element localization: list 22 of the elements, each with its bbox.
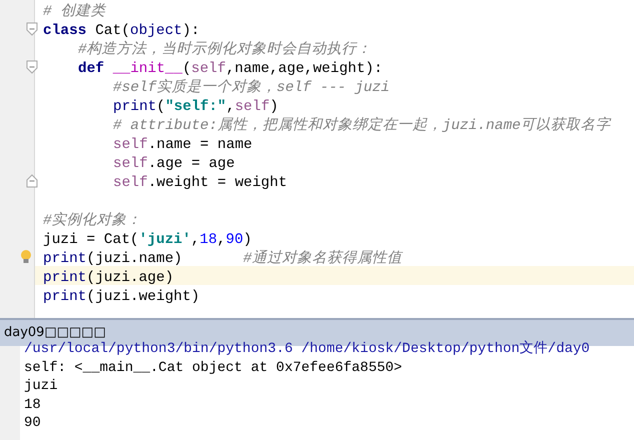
code-line: # 创建类 xyxy=(43,3,106,22)
code-line: print(juzi.age) xyxy=(43,269,174,288)
code-line: self.name = name xyxy=(113,136,252,155)
fold-marker-icon[interactable] xyxy=(26,60,38,74)
console-output: self: <__main__.Cat object at 0x7efee6fa8550> xyxy=(23,358,404,377)
code-line: self.weight = weight xyxy=(113,174,288,193)
fold-marker-icon[interactable] xyxy=(26,22,38,36)
code-line: def __init__(self,name,age,weight): xyxy=(78,60,383,78)
code-line: #实例化对象： xyxy=(43,212,142,231)
code-line: print("self:",self) xyxy=(113,98,278,117)
code-line: class Cat(object): xyxy=(43,22,200,40)
code-line: juzi = Cat('juzi',18,90) xyxy=(43,231,252,250)
console-output: 18 xyxy=(23,396,42,414)
code-line: #self实质是一个对象，self --- juzi xyxy=(113,79,390,98)
console-output: juzi xyxy=(23,377,59,396)
code-line: self.age = age xyxy=(113,155,235,174)
code-line: print(juzi.weight) xyxy=(43,288,200,307)
code-line: #构造方法，当时示例化对象时会自动执行： xyxy=(78,41,372,60)
code-line: # attribute:属性，把属性和对象绑定在一起，juzi.name可以获取名字 xyxy=(113,117,611,136)
console-output: 90 xyxy=(23,414,42,432)
lightbulb-icon[interactable] xyxy=(20,249,32,265)
code-line: print(juzi.name) #通过对象名获得属性值 xyxy=(43,250,402,269)
